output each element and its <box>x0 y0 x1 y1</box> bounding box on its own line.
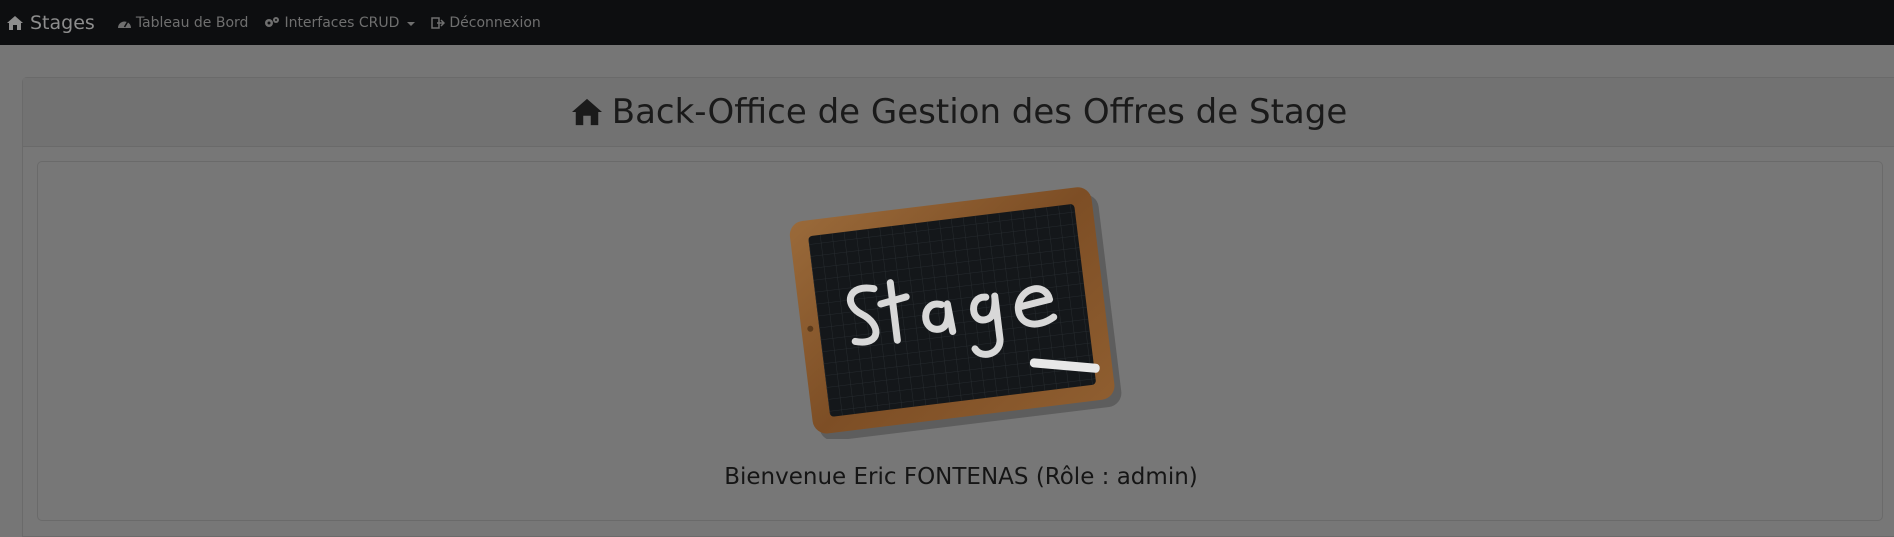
welcome-panel: Bienvenue Eric FONTENAS (Rôle : admin) <box>37 161 1883 521</box>
card-header: Back-Office de Gestion des Offres de Sta… <box>23 78 1894 147</box>
dashboard-icon <box>117 21 131 28</box>
nav-item-logout[interactable]: Déconnexion <box>431 14 541 31</box>
page-title: Back-Office de Gestion des Offres de Sta… <box>570 92 1347 132</box>
nav-item-crud-dropdown[interactable]: Interfaces CRUD <box>264 14 416 31</box>
logout-icon <box>431 16 446 29</box>
main-card: Back-Office de Gestion des Offres de Sta… <box>22 77 1894 537</box>
top-navbar: Stages Tableau de Bord Interfaces CRUD D… <box>0 0 1894 45</box>
cogs-icon <box>265 17 280 27</box>
nav-item-label: Interfaces CRUD <box>284 14 400 31</box>
brand-label: Stages <box>30 11 95 34</box>
navbar-brand[interactable]: Stages <box>6 12 95 34</box>
nav-item-dashboard[interactable]: Tableau de Bord <box>117 14 249 31</box>
nav-item-label: Tableau de Bord <box>135 14 249 31</box>
slate-image <box>782 179 1128 441</box>
page-title-text: Back-Office de Gestion des Offres de Sta… <box>611 92 1348 132</box>
nav-item-label: Déconnexion <box>449 14 541 31</box>
chevron-down-icon <box>407 21 416 26</box>
welcome-message: Bienvenue Eric FONTENAS (Rôle : admin) <box>724 464 1198 490</box>
home-icon <box>7 15 23 30</box>
home-icon <box>571 98 602 126</box>
